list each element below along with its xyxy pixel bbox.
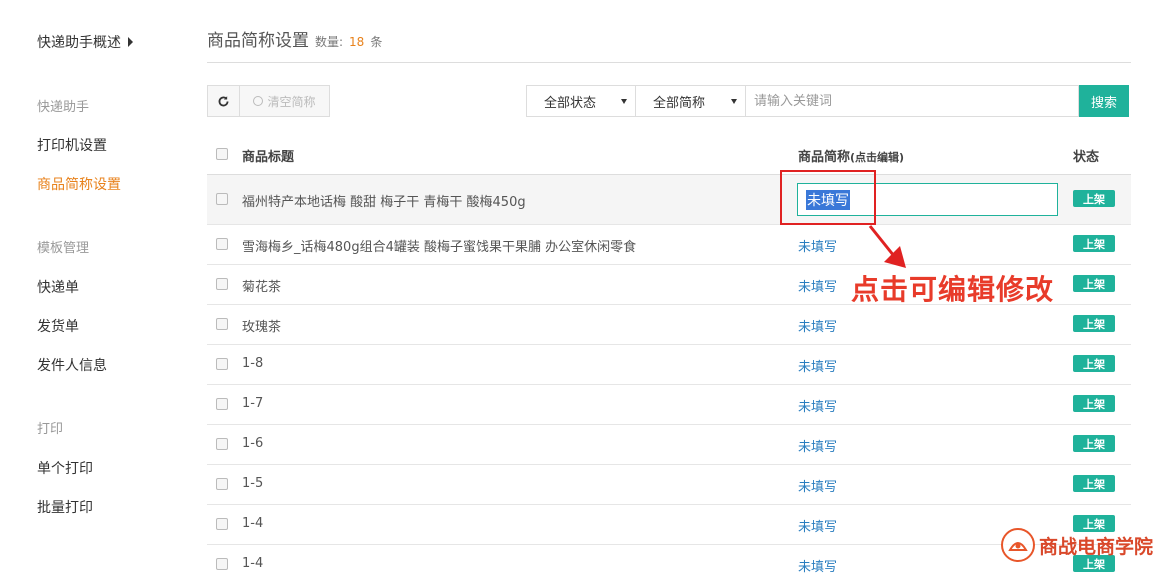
header-short-name-hint: (点击编辑) [850, 151, 905, 164]
sidebar-item-printer-settings[interactable]: 打印机设置 [37, 135, 107, 155]
search-input[interactable] [745, 85, 1079, 117]
row-checkbox[interactable] [216, 438, 228, 450]
short-name-link[interactable]: 未填写 [798, 516, 837, 535]
sidebar-item-batch-print[interactable]: 批量打印 [37, 497, 93, 517]
watermark-text: 商战电商学院 [1039, 535, 1154, 558]
header-status: 状态 [1073, 150, 1100, 165]
status-badge: 上架 [1073, 475, 1115, 492]
sidebar-section-assistant: 快递助手 [37, 100, 90, 115]
products-table: 商品标题 商品简称(点击编辑) 状态 福州特产本地话梅 酸甜 梅子干 青梅干 酸… [207, 135, 1131, 574]
product-title: 1-5 [242, 476, 264, 491]
header-product-title: 商品标题 [242, 150, 295, 165]
short-name-link[interactable]: 未填写 [798, 356, 837, 375]
dropdown-arrow-icon [731, 99, 737, 104]
short-name-select-value: 全部简称 [653, 95, 706, 111]
dropdown-arrow-icon [621, 99, 627, 104]
sidebar-section-print: 打印 [37, 422, 64, 437]
sidebar-item-single-print[interactable]: 单个打印 [37, 458, 93, 478]
table-row: 1-6 未填写 上架 [207, 425, 1131, 465]
status-badge: 上架 [1073, 355, 1115, 372]
table-header: 商品标题 商品简称(点击编辑) 状态 [207, 135, 1131, 175]
sidebar-item-express-slip[interactable]: 快递单 [37, 277, 79, 297]
header-divider [207, 62, 1131, 63]
product-title: 雪海梅乡_话梅480g组合4罐装 酸梅子蜜饯果干果脯 办公室休闲零食 [242, 240, 637, 255]
status-badge: 上架 [1073, 435, 1115, 452]
status-badge: 上架 [1073, 395, 1115, 412]
product-title: 1-4 [242, 516, 264, 531]
short-name-link[interactable]: 未填写 [798, 316, 837, 335]
annotation-highlight-box [780, 170, 876, 225]
row-checkbox[interactable] [216, 478, 228, 490]
product-title: 1-6 [242, 436, 264, 451]
count-label: 数量: [315, 35, 344, 49]
sidebar: 快递助手概述 快递助手 打印机设置 商品简称设置 模板管理 快递单 发货单 发件… [0, 0, 190, 574]
short-name-link[interactable]: 未填写 [798, 476, 837, 495]
status-badge: 上架 [1073, 315, 1115, 332]
product-title: 玫瑰茶 [242, 320, 282, 335]
status-select-value: 全部状态 [544, 95, 597, 111]
clear-short-names-button[interactable]: 清空简称 [239, 85, 330, 117]
header-short-name: 商品简称(点击编辑) [798, 146, 904, 165]
page-title: 商品简称设置 [207, 31, 309, 51]
status-select[interactable]: 全部状态 [526, 85, 636, 117]
product-title: 1-7 [242, 396, 264, 411]
product-title: 菊花茶 [242, 280, 282, 295]
row-checkbox[interactable] [216, 398, 228, 410]
logo-mark-icon [1001, 528, 1035, 562]
clear-short-names-label: 清空简称 [267, 94, 316, 109]
product-title: 1-8 [242, 356, 264, 371]
short-name-link[interactable]: 未填写 [798, 556, 837, 574]
circle-icon [253, 96, 264, 106]
count-unit: 条 [370, 35, 383, 49]
short-name-select[interactable]: 全部简称 [635, 85, 746, 117]
sidebar-item-short-name-settings[interactable]: 商品简称设置 [37, 174, 121, 194]
row-checkbox[interactable] [216, 278, 228, 290]
caret-right-icon [128, 37, 133, 47]
table-row: 1-5 未填写 上架 [207, 465, 1131, 505]
row-checkbox[interactable] [216, 558, 228, 570]
status-badge: 上架 [1073, 275, 1115, 292]
short-name-link[interactable]: 未填写 [798, 276, 837, 295]
status-badge: 上架 [1073, 235, 1115, 252]
sidebar-item-delivery-note[interactable]: 发货单 [37, 316, 79, 336]
status-badge: 上架 [1073, 190, 1115, 207]
table-row: 1-4 未填写 上架 [207, 505, 1131, 545]
refresh-button[interactable] [207, 85, 240, 117]
watermark-logo: 商战电商学院 [1001, 528, 1153, 562]
toolbar: 清空简称 全部状态 全部简称 搜索 [207, 85, 1131, 117]
row-checkbox[interactable] [216, 518, 228, 530]
annotation-arrow-icon [868, 225, 906, 268]
row-checkbox[interactable] [216, 358, 228, 370]
table-row: 雪海梅乡_话梅480g组合4罐装 酸梅子蜜饯果干果脯 办公室休闲零食 未填写 上… [207, 225, 1131, 265]
product-title: 福州特产本地话梅 酸甜 梅子干 青梅干 酸梅450g [242, 195, 526, 210]
row-checkbox[interactable] [216, 193, 228, 205]
table-row: 1-8 未填写 上架 [207, 345, 1131, 385]
sidebar-item-sender-info[interactable]: 发件人信息 [37, 355, 107, 375]
refresh-icon [218, 95, 229, 106]
sidebar-overview-link[interactable]: 快递助手概述 [37, 32, 133, 52]
row-checkbox[interactable] [216, 238, 228, 250]
row-checkbox[interactable] [216, 318, 228, 330]
annotation-text: 点击可编辑修改 [851, 273, 1055, 306]
product-title: 1-4 [242, 556, 264, 571]
sidebar-section-templates: 模板管理 [37, 241, 90, 256]
short-name-link[interactable]: 未填写 [798, 236, 837, 255]
count-value: 18 [349, 35, 365, 49]
select-all-checkbox[interactable] [216, 148, 228, 160]
header-short-name-label: 商品简称 [798, 150, 851, 165]
sidebar-overview-label: 快递助手概述 [37, 35, 121, 51]
search-button[interactable]: 搜索 [1079, 85, 1129, 117]
page-header: 商品简称设置 数量: 18 条 [207, 26, 382, 51]
short-name-link[interactable]: 未填写 [798, 396, 837, 415]
table-row: 玫瑰茶 未填写 上架 [207, 305, 1131, 345]
short-name-link[interactable]: 未填写 [798, 436, 837, 455]
table-row: 福州特产本地话梅 酸甜 梅子干 青梅干 酸梅450g 未填写 上架 [207, 175, 1131, 225]
table-row: 1-7 未填写 上架 [207, 385, 1131, 425]
table-row: 1-4 未填写 上架 [207, 545, 1131, 574]
